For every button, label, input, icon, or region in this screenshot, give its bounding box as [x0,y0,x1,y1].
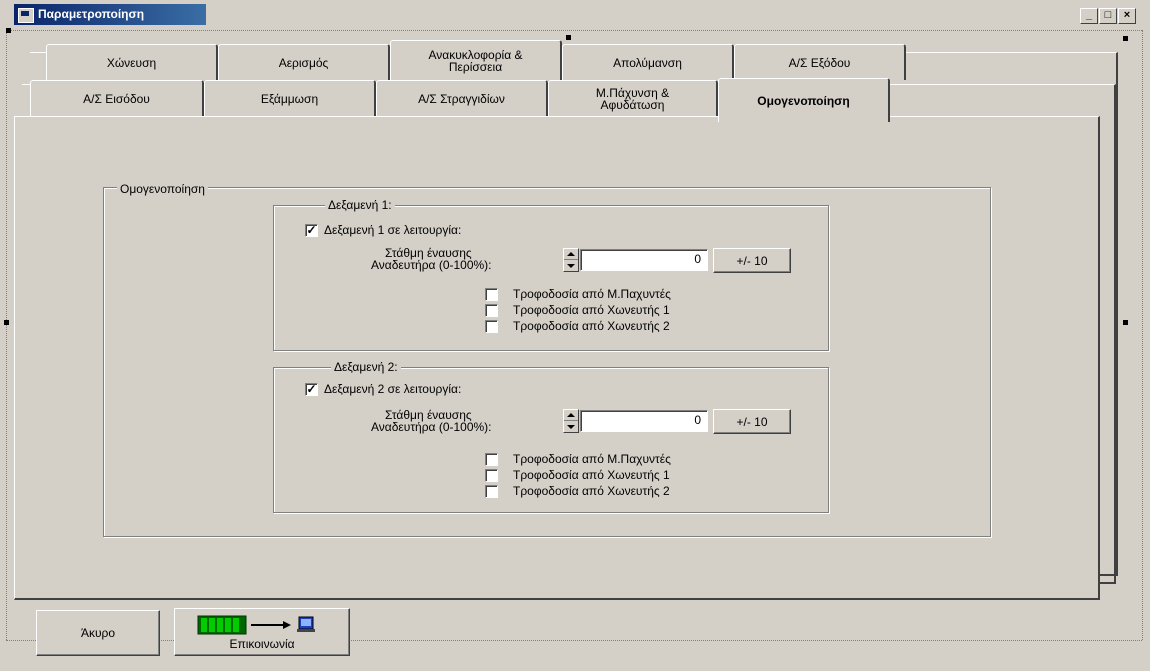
homogenization-group-title: Ομογενοποίηση [117,182,208,196]
tank2-enabled-label: Δεξαμενή 2 σε λειτουργία: [324,382,462,396]
tab-exammosi[interactable]: Εξάμμωση [204,80,376,116]
tank1-enabled-label: Δεξαμενή 1 σε λειτουργία: [324,223,462,237]
tank2-feed-digester2-checkbox[interactable] [485,485,498,498]
tank2-level-label-2: Αναδευτήρα (0-100%): [371,420,492,434]
tab-as-eisodou[interactable]: Α/Σ Εισόδου [30,80,204,116]
tank2-feed-thickeners-label: Τροφοδοσία από Μ.Παχυντές [513,452,671,466]
tank2-feed-digester1-label: Τροφοδοσία από Χωνευτής 1 [513,468,670,482]
tank1-feed-digester1-label: Τροφοδοσία από Χωνευτής 1 [513,303,670,317]
tank1-enabled-checkbox[interactable]: ✓ [305,224,318,237]
tank2-step-button[interactable]: +/- 10 [713,409,791,434]
parameters-window: Παραμετροποίηση _ □ × Χώνευση Αερισμός Α… [0,0,1150,671]
resize-handle-top[interactable] [566,35,571,40]
tank1-feed-thickeners-label: Τροφοδοσία από Μ.Παχυντές [513,287,671,301]
tank1-feed-digester2-checkbox[interactable] [485,320,498,333]
communication-label: Επικοινωνία [229,637,295,651]
resize-handle-corner-tr[interactable] [1123,36,1128,41]
minimize-button[interactable]: _ [1080,8,1098,24]
frame-right-dots [1142,30,1143,640]
title-caption[interactable]: Παραμετροποίηση [14,4,206,25]
resize-handle-right[interactable] [1123,320,1128,325]
communication-button[interactable]: Επικοινωνία [174,608,350,656]
maximize-button[interactable]: □ [1099,8,1117,24]
title-bar: Παραμετροποίηση _ □ × [14,4,1142,27]
window-title: Παραμετροποίηση [38,7,145,21]
tab-omogenopoiisi[interactable]: Ομογενοποίηση [718,78,890,122]
tank1-title: Δεξαμενή 1: [325,198,395,212]
tank2-feed-digester2-label: Τροφοδοσία από Χωνευτής 2 [513,484,670,498]
tank1-level-label-2: Αναδευτήρα (0-100%): [371,258,492,272]
tank1-level-spinner[interactable] [563,248,579,272]
tank2-feed-thickeners-checkbox[interactable] [485,453,498,466]
spin-down-icon[interactable] [567,425,575,429]
resize-handle-corner-tl[interactable] [6,28,11,33]
tab-xoneusi[interactable]: Χώνευση [46,44,218,80]
tank2-level-input[interactable]: 0 [580,410,708,432]
window-icon[interactable] [18,8,34,23]
tab-panel-omogenopoiisi: Ομογενοποίηση Δεξαμενή 1: ✓ Δεξαμενή 1 σ… [14,116,1100,600]
frame-top-dots [6,30,1142,31]
tank1-feed-thickeners-checkbox[interactable] [485,288,498,301]
resize-handle-left[interactable] [4,320,9,325]
tank1-feed-digester2-label: Τροφοδοσία από Χωνευτής 2 [513,319,670,333]
tab-anakykloforia[interactable]: Ανακυκλοφορία & Περίσσεια [390,40,562,80]
tab-as-straggidion[interactable]: Α/Σ Στραγγιδίων [376,80,548,116]
tank1-step-button[interactable]: +/- 10 [713,248,791,273]
close-button[interactable]: × [1118,8,1136,24]
tank2-title: Δεξαμενή 2: [331,360,401,374]
tank1-feed-digester1-checkbox[interactable] [485,304,498,317]
spin-down-icon[interactable] [567,264,575,268]
cancel-button[interactable]: Άκυρο [36,610,160,656]
tab-as-exodou[interactable]: Α/Σ Εξόδου [734,44,906,80]
tank1-level-input[interactable]: 0 [580,249,708,271]
frame-left-dots [6,30,7,640]
tank2-feed-digester1-checkbox[interactable] [485,469,498,482]
tank2-level-spinner[interactable] [563,409,579,433]
spin-up-icon[interactable] [567,252,575,256]
caption-buttons: _ □ × [1079,8,1136,24]
tab-m-paxynsi[interactable]: Μ.Πάχυνση & Αφυδάτωση [548,80,718,116]
tab-aerismos[interactable]: Αερισμός [218,44,390,80]
spin-up-icon[interactable] [567,413,575,417]
tank2-enabled-checkbox[interactable]: ✓ [305,383,318,396]
tab-apolymansi[interactable]: Απολύμανση [562,44,734,80]
